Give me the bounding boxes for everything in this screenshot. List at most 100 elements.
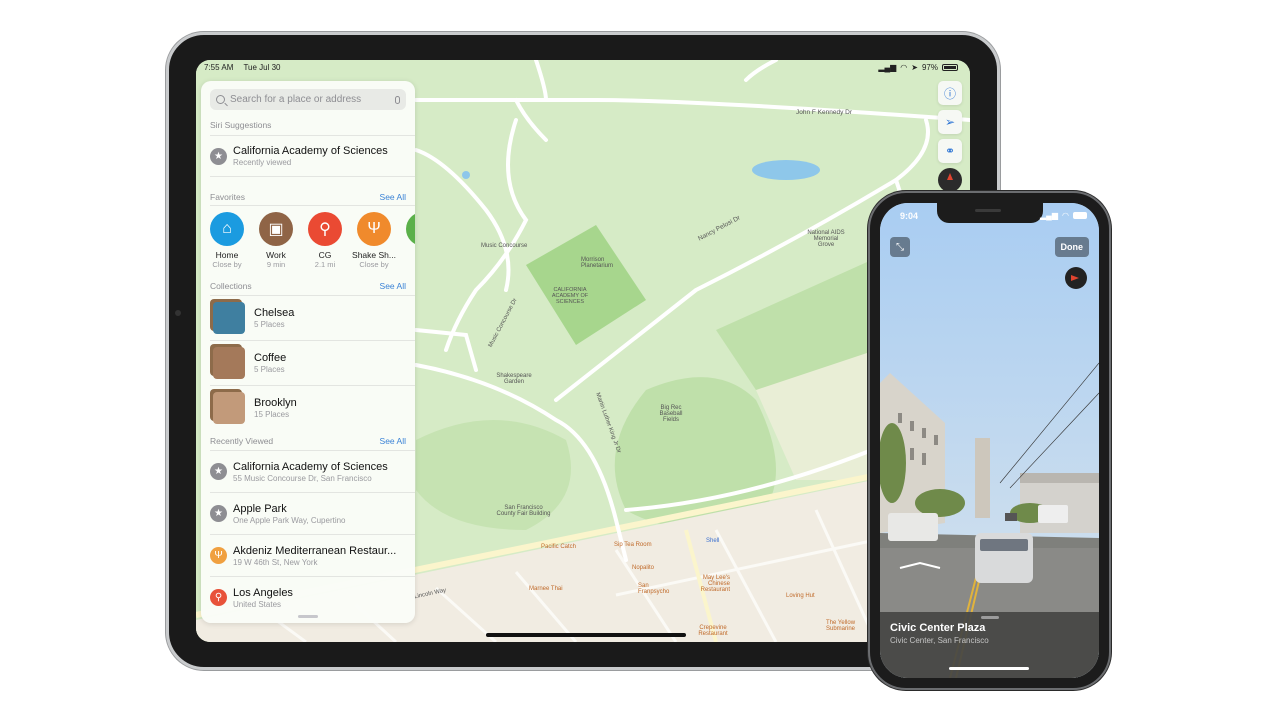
ipad-status-right: ▂▄▆ ◠ ➤ 97% [878,63,958,72]
lake [752,160,820,180]
collection-item-chelsea[interactable]: Chelsea 5 Places [201,296,415,340]
collection-item-coffee[interactable]: Coffee 5 Places [201,341,415,385]
star-icon: ★ [210,505,227,522]
home-indicator[interactable] [486,633,686,637]
collapse-button[interactable]: ⤡ [890,237,910,257]
search-icon [216,95,225,104]
favorite-work[interactable]: ▣ Work 9 min [259,212,293,269]
favorite-name: Shake Sh... [352,250,396,260]
item-title: California Academy of Sciences [233,145,388,157]
pond [462,171,470,179]
map-poi-crepevine[interactable]: Crepevine Restaurant [693,625,733,637]
sheet-grabber[interactable] [980,616,999,619]
item-title: Brooklyn [254,397,297,409]
favorite-name: CG [318,250,332,260]
item-title: California Academy of Sciences [233,460,388,473]
map-poi-sip-tea[interactable]: Sip Tea Room [614,542,652,548]
favorite-sub: 2.1 mi [314,260,336,269]
favorite-partial[interactable]: Cen 2 [406,212,415,269]
section-title: Recently Viewed [210,436,274,446]
wifi-icon: ◠ [900,63,908,72]
look-around-button[interactable]: ⚭ [938,139,962,163]
park-icon [406,212,415,246]
item-subtitle: United States [233,599,282,609]
recent-item[interactable]: Ψ Akdeniz Mediterranean Restaur... 19 W … [201,535,415,576]
siri-suggestion-item[interactable]: ★ California Academy of Sciences Recentl… [201,136,415,176]
collapse-arrows-icon: ⤡ [896,241,904,253]
battery-icon [1073,212,1087,219]
search-input[interactable]: Search for a place or address [210,89,406,110]
favorite-name: Work [266,250,286,260]
collections-header: Collections See All [201,281,415,291]
map-poi-loving-hut[interactable]: Loving Hut [786,593,815,599]
house-icon: ⌂ [210,212,244,246]
ipad-side-dot [175,310,181,316]
recent-item[interactable]: ★ Apple Park One Apple Park Way, Cuperti… [201,493,415,534]
map-poi-marnee-thai[interactable]: Marnee Thai [529,586,563,592]
fork-knife-icon: Ψ [357,212,391,246]
map-label-big-rec: Big Rec Baseball Fields [659,405,683,423]
pin-icon: ⚲ [210,589,227,606]
location-arrow-icon: ➢ [944,115,956,129]
search-placeholder: Search for a place or address [230,94,362,105]
iphone-status-time: 9:04 [900,211,919,221]
favorites-see-all-link[interactable]: See All [380,192,406,202]
divider [210,176,415,177]
map-controls: ⓘ ➢ ⚭ [938,81,962,192]
car [888,513,938,541]
wifi-icon: ◠ [1062,211,1069,220]
status-time: 7:55 AM [204,63,234,72]
item-title: Akdeniz Mediterranean Restaur... [233,544,397,557]
recent-item[interactable]: ★ California Academy of Sciences 55 Musi… [201,451,415,492]
done-button[interactable]: Done [1054,237,1089,257]
collections-see-all-link[interactable]: See All [380,281,406,291]
siri-suggestions-header: Siri Suggestions [201,120,415,130]
info-icon: ⓘ [943,86,956,101]
location-arrow-icon: ➤ [911,63,918,72]
battery-icon [942,64,958,71]
favorite-cg[interactable]: ⚲ CG 2.1 mi [308,212,342,269]
sheet-grabber[interactable] [298,615,318,618]
section-title: Collections [210,281,252,291]
place-subtitle: Civic Center, San Francisco [890,636,989,645]
collection-item-brooklyn[interactable]: Brooklyn 15 Places [201,386,415,430]
ipad-status-bar: 7:55 AM Tue Jul 30 [204,63,289,72]
compass-icon[interactable] [938,168,962,192]
favorite-sub: Close by [212,260,242,269]
signal-icon: ▂▄▆ [878,63,897,72]
section-title: Siri Suggestions [210,120,272,130]
notch [937,203,1043,223]
item-subtitle: 5 Places [254,365,285,374]
location-button[interactable]: ➢ [938,110,962,134]
info-button[interactable]: ⓘ [938,81,962,105]
map-poi-san-franpsycho[interactable]: San Franpsycho [638,583,674,595]
map-poi-nopalito[interactable]: Nopalito [632,565,654,571]
status-date: Tue Jul 30 [243,63,281,72]
iphone-device: 9:04 ▂▄▆ ◠ ⤡ Done Civic Center Plaza Civ… [868,191,1111,690]
compass-icon[interactable] [1065,267,1087,289]
binoculars-icon: ⚭ [944,144,956,158]
item-subtitle: 55 Music Concourse Dr, San Francisco [233,473,372,483]
item-title: Los Angeles [233,586,293,599]
favorites-row: ⌂ Home Close by ▣ Work 9 min ⚲ CG 2.1 mi… [201,206,415,269]
map-label-jfk-dr: John F Kennedy Dr [796,109,853,116]
favorites-header: Favorites See All [201,192,415,202]
favorite-shake-shack[interactable]: Ψ Shake Sh... Close by [352,212,396,269]
item-title: Apple Park [233,502,287,515]
item-title: Chelsea [254,307,295,319]
signal-icon: ▂▄▆ [1040,211,1059,220]
home-indicator[interactable] [949,667,1029,670]
item-subtitle: 5 Places [254,320,285,329]
recent-item[interactable]: ⚲ Los Angeles United States [201,577,415,618]
tower [975,438,990,518]
star-icon: ★ [210,463,227,480]
favorite-home[interactable]: ⌂ Home Close by [210,212,244,269]
map-poi-may-lee[interactable]: May Lee's Chinese Restaurant [696,575,730,593]
microphone-icon[interactable] [395,95,400,104]
map-poi-shell[interactable]: Shell [706,538,719,544]
map-label-music-concourse: Music Concourse [481,243,528,249]
map-poi-yellow-sub[interactable]: The Yellow Submarine [826,620,866,632]
item-subtitle: 15 Places [254,410,290,419]
recent-see-all-link[interactable]: See All [380,436,406,446]
map-poi-pacific-catch[interactable]: Pacific Catch [541,544,576,550]
